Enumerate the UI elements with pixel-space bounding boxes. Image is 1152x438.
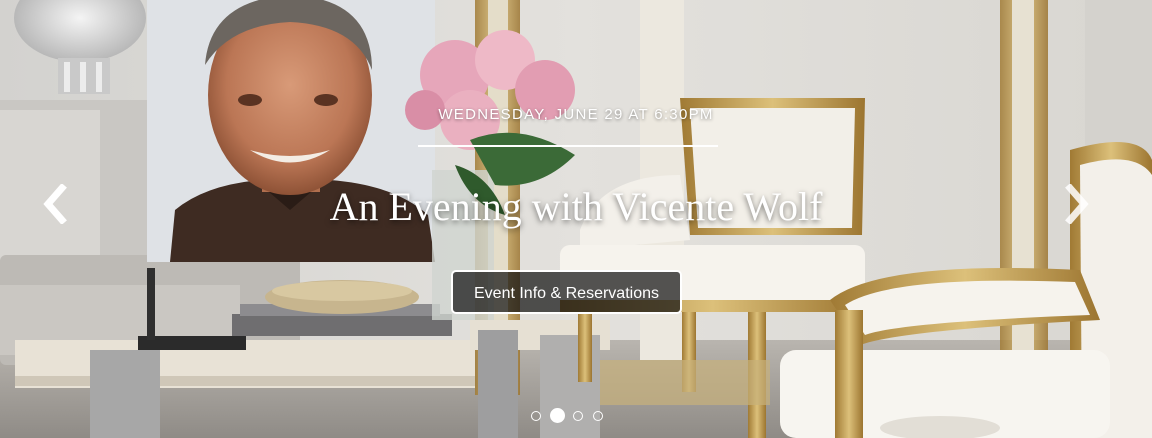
next-slide-button[interactable] — [1058, 183, 1098, 225]
divider — [418, 145, 718, 147]
slide-caption: WEDNESDAY, JUNE 29 AT 6:30PM An Evening … — [0, 0, 1152, 438]
pagination-dot-2[interactable] — [550, 408, 565, 423]
event-title: An Evening with Vicente Wolf — [329, 184, 823, 229]
event-info-reservations-button[interactable]: Event Info & Reservations — [451, 270, 682, 314]
hero-slider: WEDNESDAY, JUNE 29 AT 6:30PM An Evening … — [0, 0, 1152, 438]
pagination-dot-1[interactable] — [531, 411, 541, 421]
pagination-dot-4[interactable] — [593, 411, 603, 421]
previous-slide-button[interactable] — [36, 183, 76, 225]
event-date: WEDNESDAY, JUNE 29 AT 6:30PM — [438, 106, 714, 123]
chevron-left-icon — [43, 183, 67, 225]
chevron-right-icon — [1065, 183, 1089, 225]
pagination-dot-3[interactable] — [573, 411, 583, 421]
